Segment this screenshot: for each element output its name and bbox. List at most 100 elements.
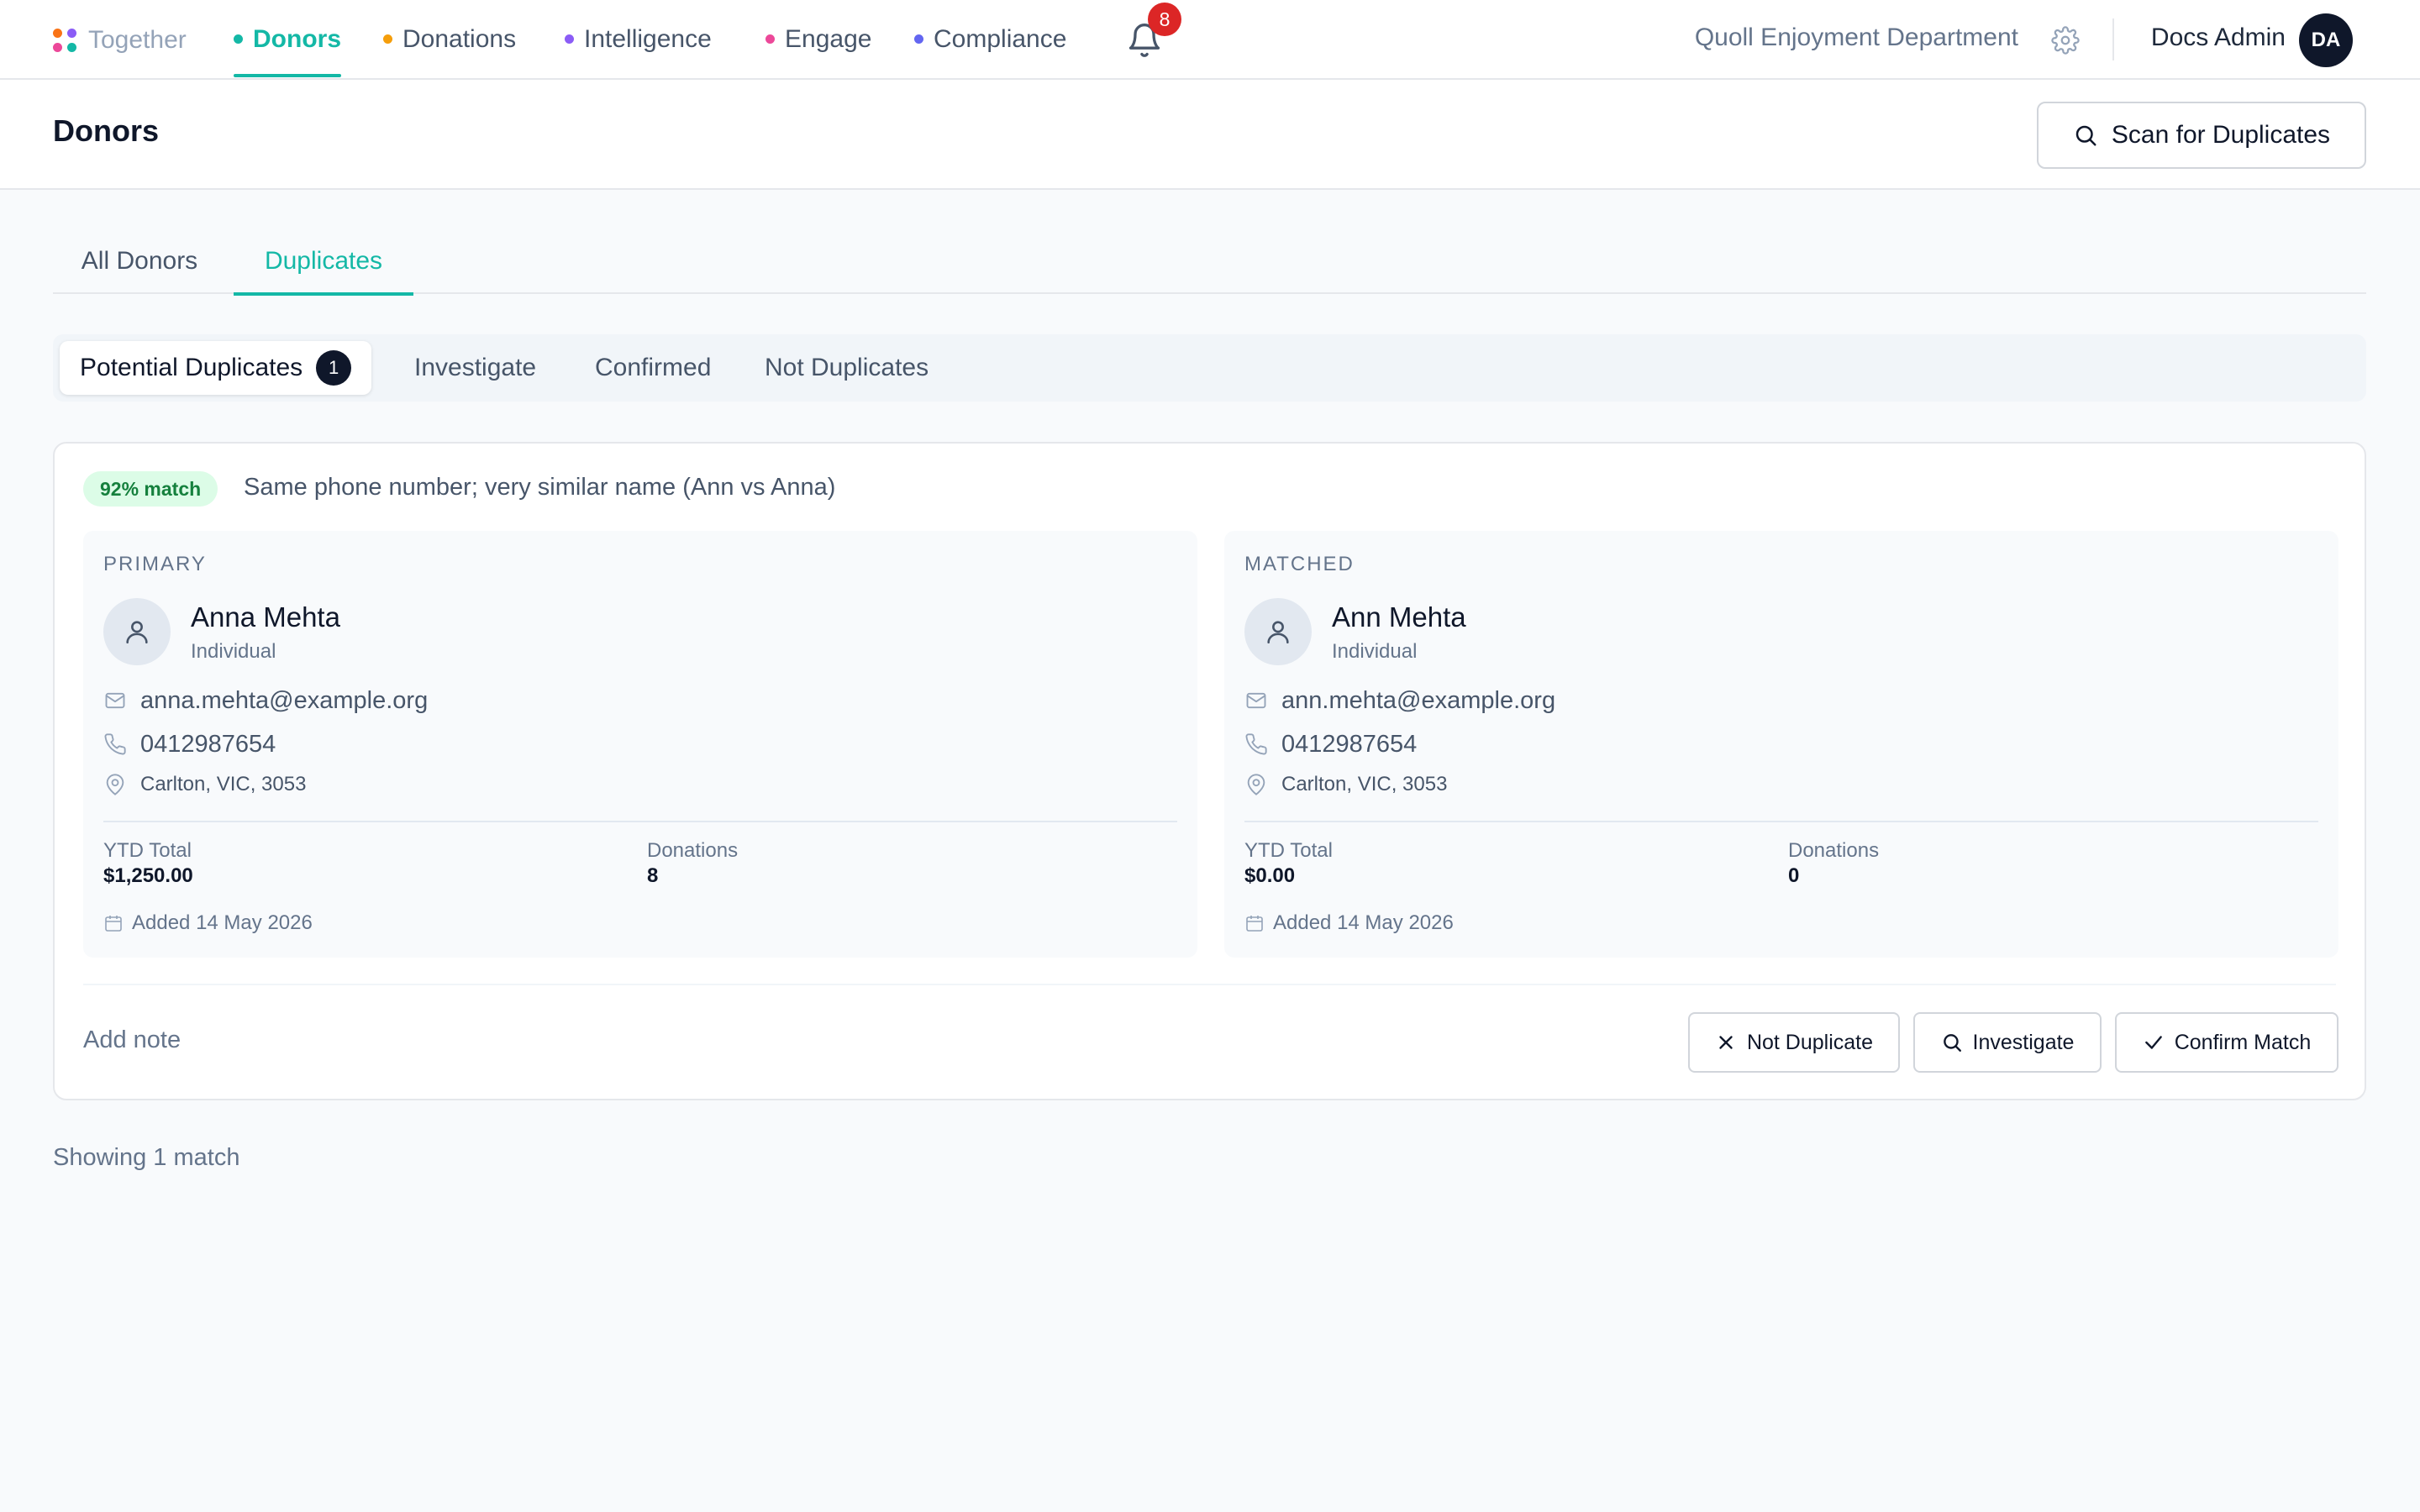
- not-duplicate-label: Not Duplicate: [1746, 1030, 1874, 1054]
- check-icon: [2144, 1036, 2162, 1049]
- filter-label: Investigate: [414, 354, 537, 381]
- nav-item-label: Compliance: [934, 24, 1067, 53]
- tab-label: Duplicates: [264, 247, 383, 275]
- panel-heading: PRIMARY: [103, 553, 207, 575]
- primary-donor-panel: PRIMARY Anna Mehta Individual anna.mehta…: [83, 531, 1197, 958]
- organization-name[interactable]: Quoll Enjoyment Department: [1695, 24, 2018, 52]
- nav-item-engage[interactable]: Engage: [765, 0, 871, 78]
- nav-item-donations[interactable]: Donations: [383, 0, 516, 78]
- matched-donor-panel: MATCHED Ann Mehta Individual ann.mehta@e…: [1224, 531, 2338, 958]
- match-score-badge: 92% match: [83, 471, 218, 507]
- search-icon: [2075, 125, 2096, 146]
- phone-icon: [1245, 733, 1267, 755]
- brand-logo-icon: [53, 29, 76, 52]
- search-icon: [1943, 1034, 1961, 1052]
- donor-phone: 0412987654: [1281, 730, 1418, 758]
- donor-added-date: Added 14 May 2026: [103, 909, 313, 937]
- confirm-match-label: Confirm Match: [2174, 1030, 2312, 1054]
- nav-item-label: Engage: [785, 24, 872, 53]
- user-icon: [126, 621, 148, 644]
- add-note-link[interactable]: Add note: [83, 1026, 181, 1054]
- ytd-total-label: YTD Total: [1244, 839, 1333, 862]
- card-divider: [83, 984, 2336, 985]
- scan-for-duplicates-button[interactable]: Scan for Duplicates: [2037, 102, 2366, 169]
- tab-duplicates[interactable]: Duplicates: [234, 228, 413, 296]
- filter-label: Confirmed: [595, 354, 712, 381]
- nav-item-label: Donors: [253, 24, 341, 53]
- donor-email-row: ann.mehta@example.org: [1244, 685, 1555, 716]
- donor-email-row: anna.mehta@example.org: [103, 685, 428, 716]
- page-title: Donors: [53, 113, 159, 148]
- results-count: Showing 1 match: [53, 1144, 240, 1171]
- ytd-total-value: $0.00: [1244, 864, 1296, 887]
- donor-avatar: [1244, 598, 1312, 665]
- mail-icon: [1246, 692, 1266, 709]
- filter-confirmed[interactable]: Confirmed: [595, 341, 711, 395]
- brand-name: Together: [88, 26, 187, 54]
- nav-dot-icon: [565, 34, 574, 44]
- donor-email: anna.mehta@example.org: [140, 686, 429, 714]
- phone-icon: [104, 733, 126, 755]
- donor-name[interactable]: Anna Mehta: [191, 601, 340, 633]
- top-navigation-bar: Together Donors Donations Intelligence E…: [0, 0, 2420, 80]
- filter-not-duplicates[interactable]: Not Duplicates: [765, 341, 929, 395]
- donor-address-row: Carlton, VIC, 3053: [1244, 769, 1447, 800]
- donations-label: Donations: [647, 839, 739, 862]
- investigate-button[interactable]: Investigate: [1913, 1012, 2102, 1073]
- duplicate-match-card: 92% match Same phone number; very simila…: [53, 442, 2366, 1100]
- donor-added-date: Added 14 May 2026: [1244, 909, 1454, 937]
- donations-value: 8: [647, 864, 659, 887]
- not-duplicate-button[interactable]: Not Duplicate: [1688, 1012, 1900, 1073]
- calendar-icon: [1246, 916, 1263, 932]
- nav-item-compliance[interactable]: Compliance: [914, 0, 1066, 78]
- nav-dot-icon: [383, 34, 392, 44]
- nav-item-label: Donations: [402, 24, 517, 53]
- map-pin-icon: [1247, 774, 1265, 795]
- donations-label: Donations: [1788, 839, 1880, 862]
- donor-address-row: Carlton, VIC, 3053: [103, 769, 306, 800]
- tab-all-donors[interactable]: All Donors: [53, 228, 226, 294]
- confirm-match-button[interactable]: Confirm Match: [2115, 1012, 2338, 1073]
- filter-investigate[interactable]: Investigate: [414, 341, 536, 395]
- donor-phone: 0412987654: [140, 730, 276, 758]
- panel-divider: [1244, 821, 2318, 822]
- gear-icon[interactable]: [2051, 26, 2080, 55]
- nav-item-intelligence[interactable]: Intelligence: [565, 0, 712, 78]
- nav-dot-icon: [765, 34, 775, 44]
- filter-label: Not Duplicates: [765, 354, 929, 381]
- added-date-text: Added 14 May 2026: [132, 911, 313, 934]
- ytd-total-label: YTD Total: [103, 839, 192, 862]
- user-name[interactable]: Docs Admin: [2151, 24, 2286, 52]
- notification-count-badge: 8: [1148, 3, 1181, 36]
- panel-heading: MATCHED: [1244, 553, 1355, 575]
- donor-avatar: [103, 598, 171, 665]
- donor-type: Individual: [1332, 640, 1418, 663]
- donor-address: Carlton, VIC, 3053: [140, 773, 307, 795]
- nav-dot-icon: [234, 34, 243, 44]
- panel-divider: [103, 821, 1177, 822]
- ytd-total-value: $1,250.00: [103, 864, 193, 887]
- donor-email: ann.mehta@example.org: [1281, 686, 1556, 714]
- filter-count-badge: 1: [316, 350, 352, 386]
- donations-value: 0: [1788, 864, 1800, 887]
- match-reason: Same phone number; very similar name (An…: [244, 474, 836, 501]
- user-avatar[interactable]: DA: [2299, 13, 2353, 67]
- filter-label: Potential Duplicates: [80, 354, 303, 381]
- map-pin-icon: [106, 774, 124, 795]
- user-icon: [1267, 621, 1289, 644]
- scan-button-label: Scan for Duplicates: [2111, 121, 2331, 149]
- donor-phone-row: 0412987654: [1244, 729, 1417, 759]
- mail-icon: [105, 692, 125, 709]
- brand[interactable]: Together: [53, 24, 187, 57]
- nav-divider: [2112, 18, 2114, 60]
- donor-phone-row: 0412987654: [103, 729, 276, 759]
- nav-item-donors[interactable]: Donors: [234, 0, 341, 78]
- tab-label: All Donors: [81, 247, 198, 275]
- close-icon: [1719, 1036, 1733, 1049]
- page-header: Donors Scan for Duplicates: [0, 80, 2420, 190]
- duplicate-status-filter: Potential Duplicates 1 Investigate Confi…: [53, 334, 2366, 402]
- donor-name[interactable]: Ann Mehta: [1332, 601, 1466, 633]
- donor-address: Carlton, VIC, 3053: [1281, 773, 1448, 795]
- donor-type: Individual: [191, 640, 276, 663]
- filter-potential-duplicates[interactable]: Potential Duplicates 1: [60, 341, 372, 395]
